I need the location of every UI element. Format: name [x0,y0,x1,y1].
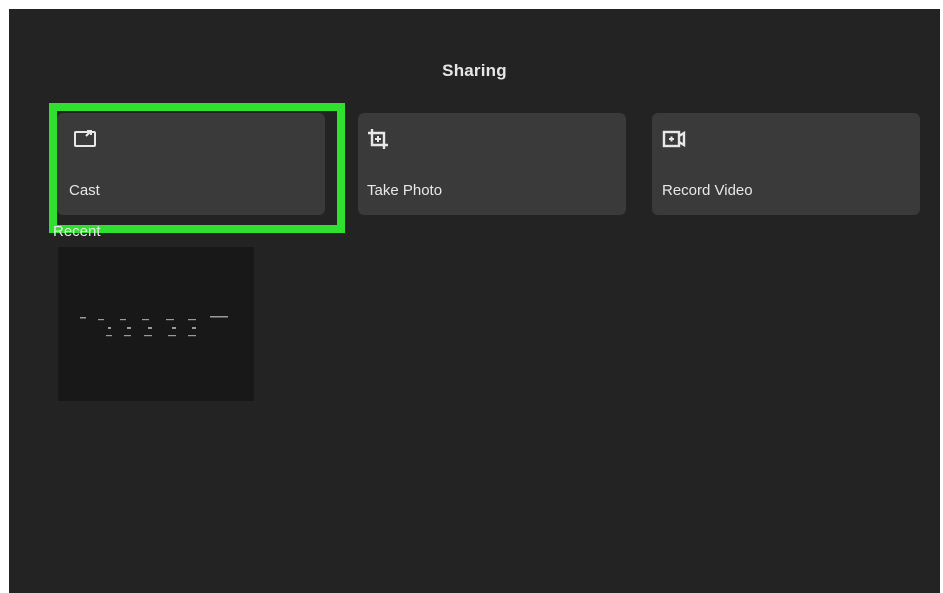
crop-photo-icon [366,127,392,151]
cast-button[interactable]: Cast [57,113,325,215]
take-photo-label: Take Photo [367,182,443,199]
screenshot-thumbnail [80,316,228,337]
recent-heading: Recent [53,223,101,240]
video-camera-icon [662,127,688,151]
cast-icon [73,127,99,151]
recent-thumbnail[interactable] [58,247,254,401]
record-video-label: Record Video [662,182,753,199]
take-photo-button[interactable]: Take Photo [358,113,626,215]
page-title: Sharing [442,61,507,80]
cast-label: Cast [69,182,100,199]
record-video-button[interactable]: Record Video [652,113,920,215]
sharing-panel: Sharing Cast Take Photo Record Video Rec… [9,9,940,593]
